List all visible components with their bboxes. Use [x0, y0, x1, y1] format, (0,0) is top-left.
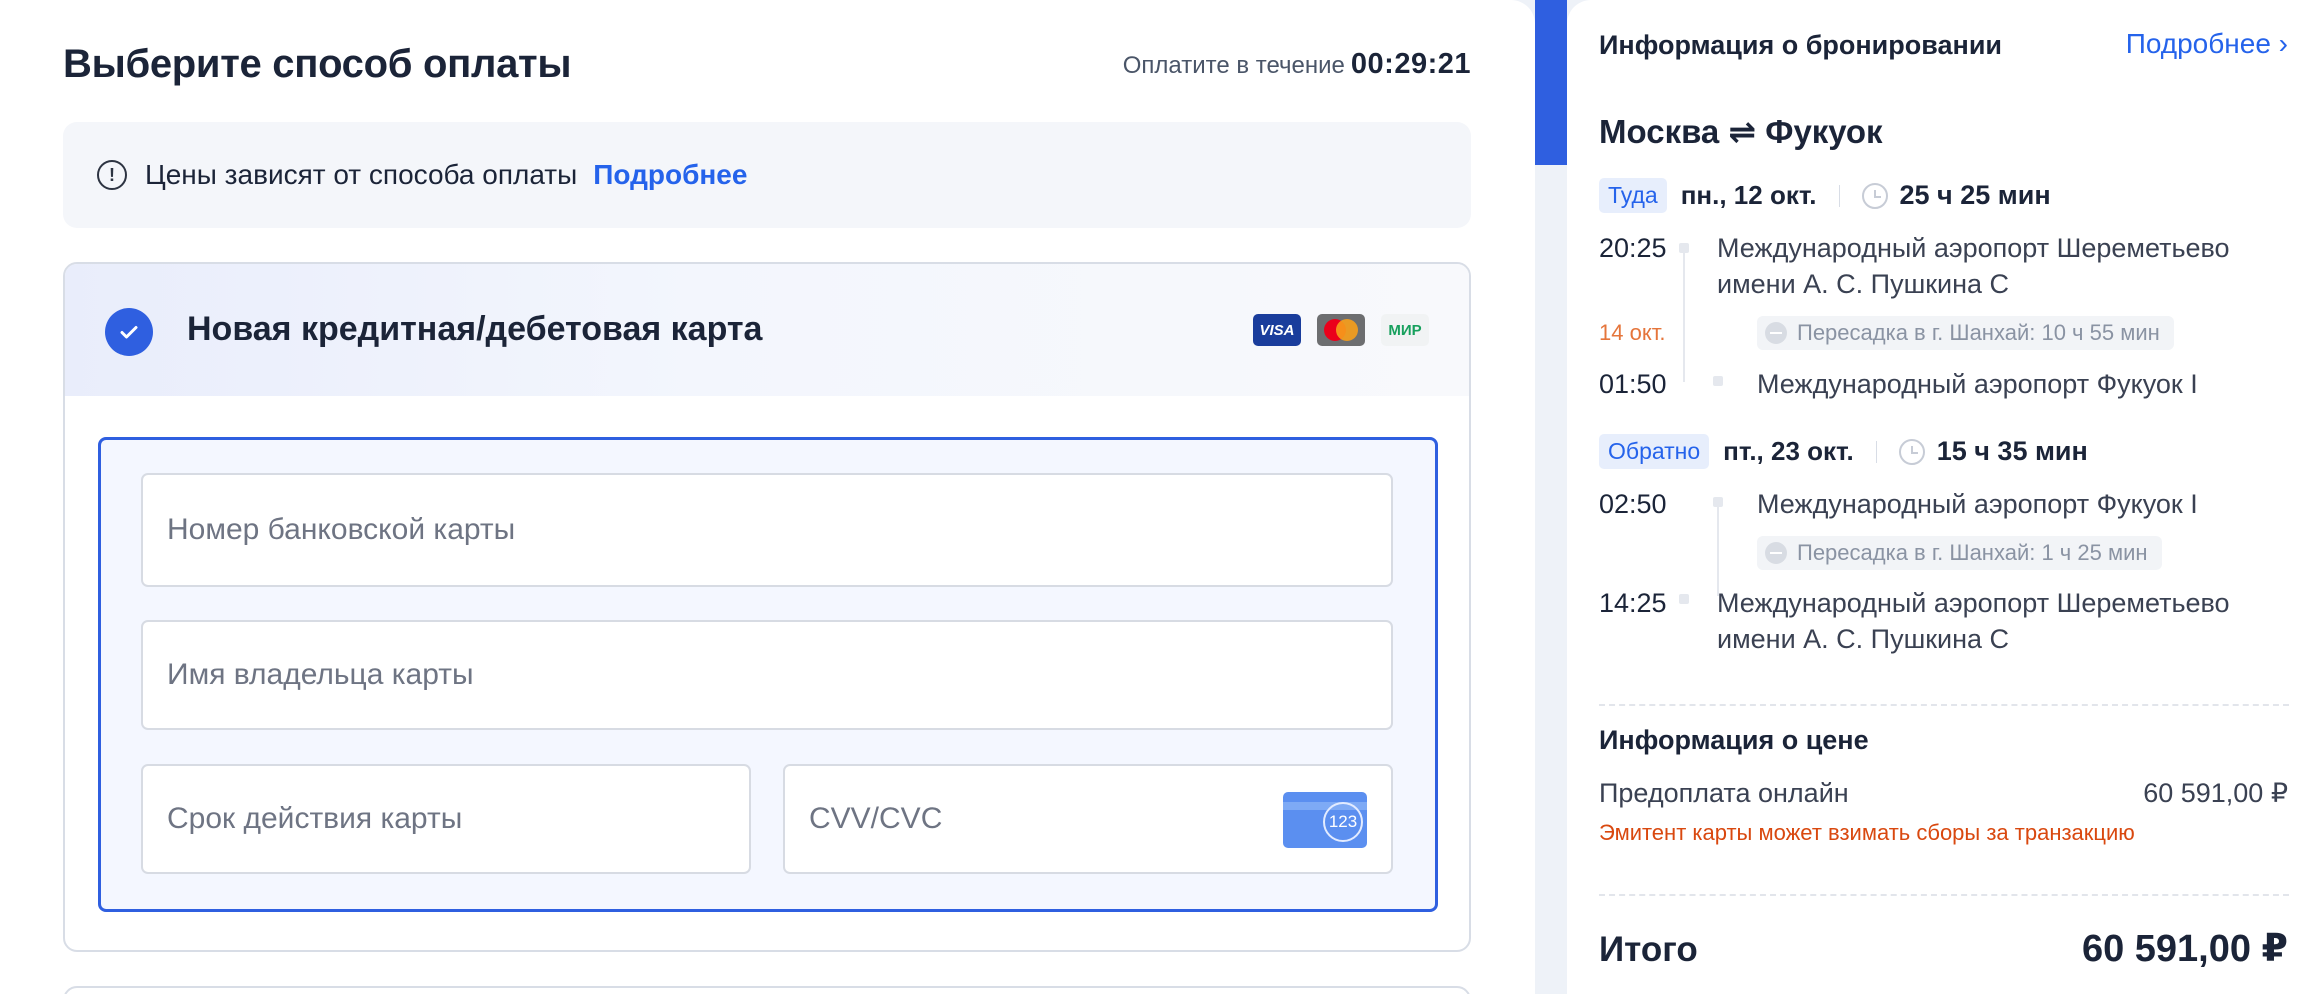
divider [1599, 704, 2289, 706]
price-info-title: Информация о цене [1599, 725, 1869, 755]
visa-icon: VISA [1253, 314, 1301, 346]
price-notice: ! Цены зависят от способа оплаты Подробн… [63, 122, 1471, 228]
return-dep-time: 02:50 [1599, 489, 1667, 519]
transfer-icon [1765, 542, 1787, 564]
timer-label: Оплатите в течение [1122, 52, 1345, 79]
next-payment-method[interactable] [63, 986, 1471, 994]
mastercard-icon [1317, 314, 1365, 346]
timer-value: 00:29:21 [1350, 48, 1471, 80]
price-notice-more-link[interactable]: Подробнее [593, 159, 747, 191]
clock-icon [1861, 182, 1888, 209]
card-brands: VISA МИР [1253, 314, 1429, 346]
card-number-input[interactable] [167, 475, 1391, 585]
accent-strip [1535, 0, 1567, 165]
booking-title: Информация о бронировании [1599, 30, 2003, 60]
outbound-arr-time: 01:50 [1599, 369, 1667, 399]
outbound-dep-airport: Международный аэропорт Шереметьево имени… [1717, 233, 2230, 299]
return-arr-airport: Международный аэропорт Шереметьево имени… [1717, 588, 2230, 654]
cvv-hint: 123 [1323, 802, 1363, 842]
divider [1599, 894, 2289, 896]
card-form: 123 [98, 437, 1438, 912]
total-label: Итого [1599, 930, 1698, 969]
payment-panel: Выберите способ оплаты Оплатите в течени… [0, 0, 1535, 994]
price-notice-text: Цены зависят от способа оплаты [145, 159, 578, 190]
card-method-title: Новая кредитная/дебетовая карта [187, 310, 763, 348]
cvv-card-icon: 123 [1283, 792, 1367, 848]
outbound-header: Туда пн., 12 окт. 25 ч 25 мин [1599, 178, 2051, 213]
outbound-date: пн., 12 окт. [1680, 180, 1817, 210]
return-date: пт., 23 окт. [1723, 436, 1854, 466]
fee-warning: Эмитент карты может взимать сборы за тра… [1599, 820, 2135, 845]
return-badge: Обратно [1599, 434, 1710, 469]
card-payment-method[interactable]: Новая кредитная/дебетовая карта VISA МИР [63, 262, 1471, 952]
card-method-header[interactable]: Новая кредитная/дебетовая карта VISA МИР [65, 264, 1469, 396]
prepay-value: 60 591,00 ₽ [2143, 778, 2288, 808]
exclamation-icon: ! [97, 160, 127, 190]
outbound-dep-time: 20:25 [1599, 233, 1667, 263]
payment-timer: Оплатите в течение 00:29:21 [1123, 48, 1471, 81]
card-cvv-field[interactable]: 123 [783, 764, 1393, 874]
outbound-transfer: Пересадка в г. Шанхай: 10 ч 55 мин [1757, 316, 2174, 350]
check-icon[interactable] [105, 308, 153, 356]
card-holder-input[interactable] [167, 622, 1391, 728]
outbound-badge: Туда [1599, 178, 1667, 213]
outbound-arrival-date: 14 окт. [1599, 320, 1666, 345]
return-header: Обратно пт., 23 окт. 15 ч 35 мин [1599, 434, 2088, 469]
route-title: Москва ⇌ Фукуок [1599, 113, 1883, 150]
mir-icon: МИР [1381, 314, 1429, 346]
card-holder-field[interactable] [141, 620, 1393, 730]
return-duration: 15 ч 35 мин [1936, 436, 2088, 466]
outbound-arr-airport: Международный аэропорт Фукуок I [1757, 369, 2198, 399]
prepay-label: Предоплата онлайн [1599, 778, 1849, 808]
clock-icon [1898, 438, 1925, 465]
return-transfer-text: Пересадка в г. Шанхай: 1 ч 25 мин [1797, 540, 2148, 565]
return-dep-airport: Международный аэропорт Фукуок I [1757, 489, 2198, 519]
outbound-transfer-text: Пересадка в г. Шанхай: 10 ч 55 мин [1797, 320, 2160, 345]
return-transfer: Пересадка в г. Шанхай: 1 ч 25 мин [1757, 536, 2162, 570]
card-number-field[interactable] [141, 473, 1393, 587]
transfer-icon [1765, 322, 1787, 344]
booking-more-link[interactable]: Подробнее › [2126, 28, 2288, 60]
card-expiry-input[interactable] [167, 766, 749, 872]
booking-panel: Информация о бронировании Подробнее › Мо… [1567, 0, 2308, 994]
outbound-duration: 25 ч 25 мин [1899, 180, 2051, 210]
total-value: 60 591,00 ₽ [2081, 928, 2288, 970]
return-arr-time: 14:25 [1599, 588, 1667, 618]
page-title: Выберите способ оплаты [63, 42, 572, 86]
card-expiry-field[interactable] [141, 764, 751, 874]
